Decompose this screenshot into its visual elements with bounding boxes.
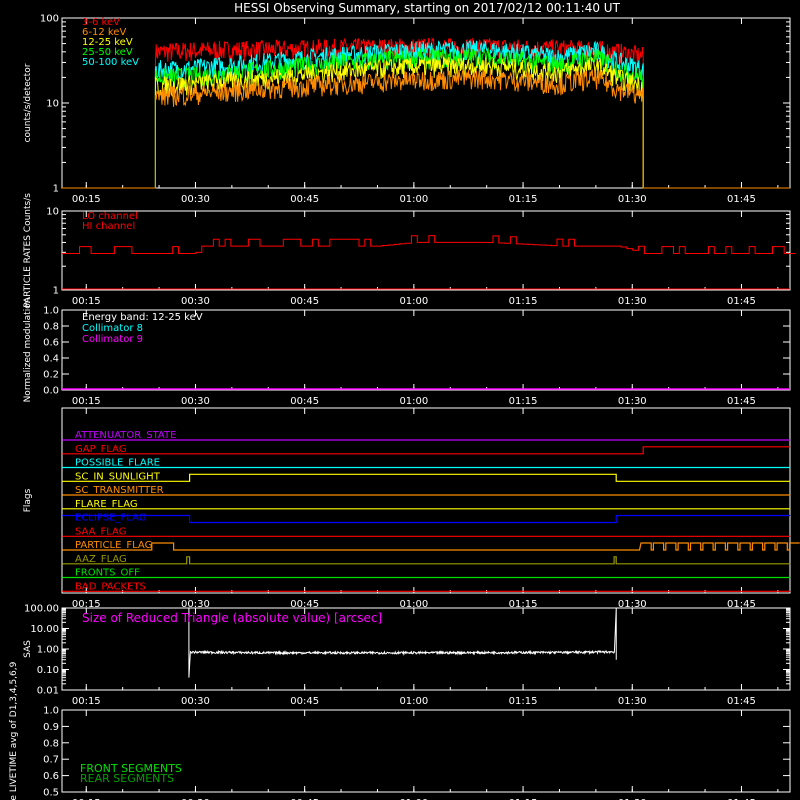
legend-entry: REAR SEGMENTS	[80, 772, 174, 785]
panel-modulation: 00:15 00:30 00:45 01:00 01:15 01:30 01:45 Norma…	[23, 298, 791, 407]
flag-label: BAD_PACKETS	[75, 581, 146, 592]
flag-line-gap-flag	[62, 446, 791, 455]
energy-band-annotation: Energy band: 12-25 keV	[82, 312, 203, 323]
flag-label: FLARE_FLAG	[75, 499, 138, 510]
y-tick-label: 0.0	[43, 386, 59, 397]
y-tick-label: 0.2	[43, 370, 59, 381]
y-tick-label: 0.8	[43, 738, 59, 749]
time-tick-label: 01:00	[399, 696, 428, 707]
legend-entry: Collimator 9	[82, 334, 143, 345]
flag-line-particle-flag	[62, 542, 800, 551]
flag-line-aaz-flag	[62, 556, 791, 565]
flag-line-eclipse-flag	[62, 514, 791, 524]
y-tick-label: 10	[46, 99, 59, 110]
legend-entry: Collimator 8	[82, 323, 143, 334]
flag-line-sc-in-sunlight	[62, 473, 791, 482]
flag-label: SC_TRANSMITTER	[75, 485, 164, 496]
flag-label: SC_IN_SUNLIGHT	[75, 471, 161, 482]
livetime-ylabel: Mon. Rate LIVETIME avg of D1,3,4,5,6,9	[9, 661, 19, 800]
time-tick-label: 00:30	[181, 194, 210, 205]
series-6-12-kev	[62, 68, 790, 189]
hessi-summary-page: HESSI Observing Summary, starting on 201…	[0, 0, 800, 800]
flag-label: POSSIBLE_FLARE	[75, 458, 160, 469]
time-tick-label: 01:45	[727, 296, 756, 307]
y-tick-label: 1.0	[43, 706, 59, 717]
time-tick-label: 01:15	[509, 696, 538, 707]
time-tick-label: 00:30	[181, 396, 210, 407]
time-tick-label: 01:00	[399, 396, 428, 407]
y-tick-label: 1.0	[43, 306, 59, 317]
time-tick-label: 00:15	[72, 296, 101, 307]
flag-label: GAP_FLAG	[75, 444, 127, 455]
time-tick-label: 01:30	[618, 194, 647, 205]
y-tick-label: 0.6	[43, 338, 59, 349]
y-tick-label: 1	[53, 184, 59, 195]
flag-label: SAA_FLAG	[75, 526, 126, 537]
y-tick-label: 0.8	[43, 322, 59, 333]
time-tick-label: 00:30	[181, 696, 210, 707]
time-tick-label: 00:45	[290, 396, 319, 407]
y-tick-label: 0.5	[43, 788, 59, 799]
time-tick-label: 01:45	[727, 194, 756, 205]
time-tick-label: 00:15	[72, 696, 101, 707]
time-tick-label: 01:00	[399, 194, 428, 205]
flag-label: ECLIPSE_FLAG	[75, 513, 146, 524]
y-tick-label: 10.00	[30, 624, 59, 635]
y-tick-label: 10	[46, 207, 59, 218]
time-tick-label: 01:30	[618, 296, 647, 307]
time-tick-label: 00:45	[290, 696, 319, 707]
y-tick-label: 1.00	[37, 645, 59, 656]
panel-livetime: 00:15 00:30 00:45 01:00 01:15 01:30 01:45 Mon. …	[9, 661, 791, 800]
time-tick-label: 01:15	[509, 194, 538, 205]
flags-ylabel: Flags	[23, 488, 33, 512]
sas-annotation: Size of Reduced Triangle (absolute value…	[82, 611, 382, 625]
sas-ylabel: SAS	[23, 640, 33, 658]
y-tick-label: 0.7	[43, 755, 59, 766]
panel-lightcurve: 00:15 00:30 00:45 01:00 01:15 01:30 01:45 count…	[23, 14, 791, 205]
time-tick-label: 00:15	[72, 396, 101, 407]
modulation-ylabel: Normalized modulation	[23, 298, 33, 403]
time-tick-label: 01:15	[509, 396, 538, 407]
time-tick-label: 01:45	[727, 396, 756, 407]
y-tick-label: 0.4	[43, 354, 59, 365]
plot-panels: 00:15 00:30 00:45 01:00 01:15 01:30 01:45 count…	[9, 14, 800, 800]
legend-entry: HI channel	[82, 221, 135, 232]
flag-label: FRONTS_OFF	[75, 568, 140, 579]
particles-frame	[61, 210, 791, 291]
y-tick-label: 100.00	[24, 604, 59, 615]
y-tick-label: 0.10	[37, 665, 59, 676]
y-tick-label: 100	[40, 14, 59, 25]
time-tick-label: 00:30	[181, 296, 210, 307]
y-tick-label: 1	[53, 286, 59, 297]
time-tick-label: 00:15	[72, 194, 101, 205]
flag-label: PARTICLE_FLAG	[75, 540, 152, 551]
series-lo-channel	[62, 235, 796, 254]
time-tick-label: 01:30	[618, 696, 647, 707]
plot-title: HESSI Observing Summary, starting on 201…	[234, 1, 620, 15]
y-tick-label: 0.6	[43, 771, 59, 782]
particles-ylabel: PARTICLE RATES Counts/s	[23, 193, 33, 308]
lightcurve-ylabel: counts/s/detector	[23, 63, 33, 142]
time-tick-label: 00:45	[290, 296, 319, 307]
time-tick-label: 01:15	[509, 296, 538, 307]
y-tick-label: 0.9	[43, 722, 59, 733]
hessi-summary-plot: HESSI Observing Summary, starting on 201…	[9, 1, 800, 800]
panel-flags: 00:15 00:30 00:45 01:00 01:15 01:30 01:45Flags…	[23, 407, 800, 610]
time-tick-label: 00:45	[290, 194, 319, 205]
panel-sas: 00:15 00:30 00:45 01:00 01:15 01:30 01:45 SAS 0.…	[23, 604, 791, 707]
flag-label: ATTENUATOR_STATE	[75, 430, 176, 441]
time-tick-label: 01:45	[727, 696, 756, 707]
y-tick-label: 0.01	[37, 686, 59, 697]
flag-label: AAZ_FLAG	[75, 554, 127, 565]
time-tick-label: 01:00	[399, 296, 428, 307]
legend-entry: 50-100 keV	[82, 57, 139, 68]
time-tick-label: 01:30	[618, 396, 647, 407]
panel-particles: 00:15 00:30 00:45 01:00 01:15 01:30 01:45 PARTI…	[23, 193, 796, 308]
